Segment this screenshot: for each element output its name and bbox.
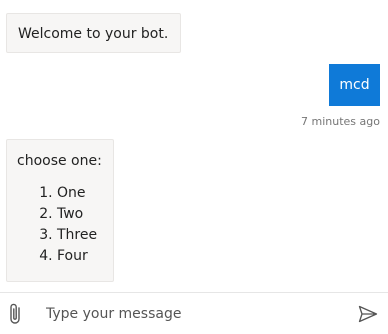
bot-message-welcome: Welcome to your bot.	[6, 13, 181, 53]
bot-message-text: Welcome to your bot.	[18, 26, 169, 42]
choice-item[interactable]: Four	[57, 246, 103, 267]
send-box	[0, 292, 388, 334]
message-timestamp: 7 minutes ago	[301, 115, 380, 128]
choices-list: One Two Three Four	[17, 183, 103, 267]
choice-item[interactable]: Three	[57, 225, 103, 246]
message-input[interactable]	[46, 301, 336, 327]
choices-prompt: choose one:	[17, 153, 102, 169]
send-icon	[358, 305, 378, 323]
user-message: mcd	[329, 64, 380, 106]
user-message-text: mcd	[339, 77, 370, 93]
bot-message-choices: choose one: One Two Three Four	[6, 139, 114, 282]
attachment-button[interactable]	[6, 302, 26, 326]
choice-item[interactable]: Two	[57, 204, 103, 225]
choice-item[interactable]: One	[57, 183, 103, 204]
paperclip-icon	[10, 303, 20, 324]
chat-transcript: Welcome to your bot. mcd 7 minutes ago c…	[0, 0, 388, 292]
send-button[interactable]	[358, 304, 378, 324]
